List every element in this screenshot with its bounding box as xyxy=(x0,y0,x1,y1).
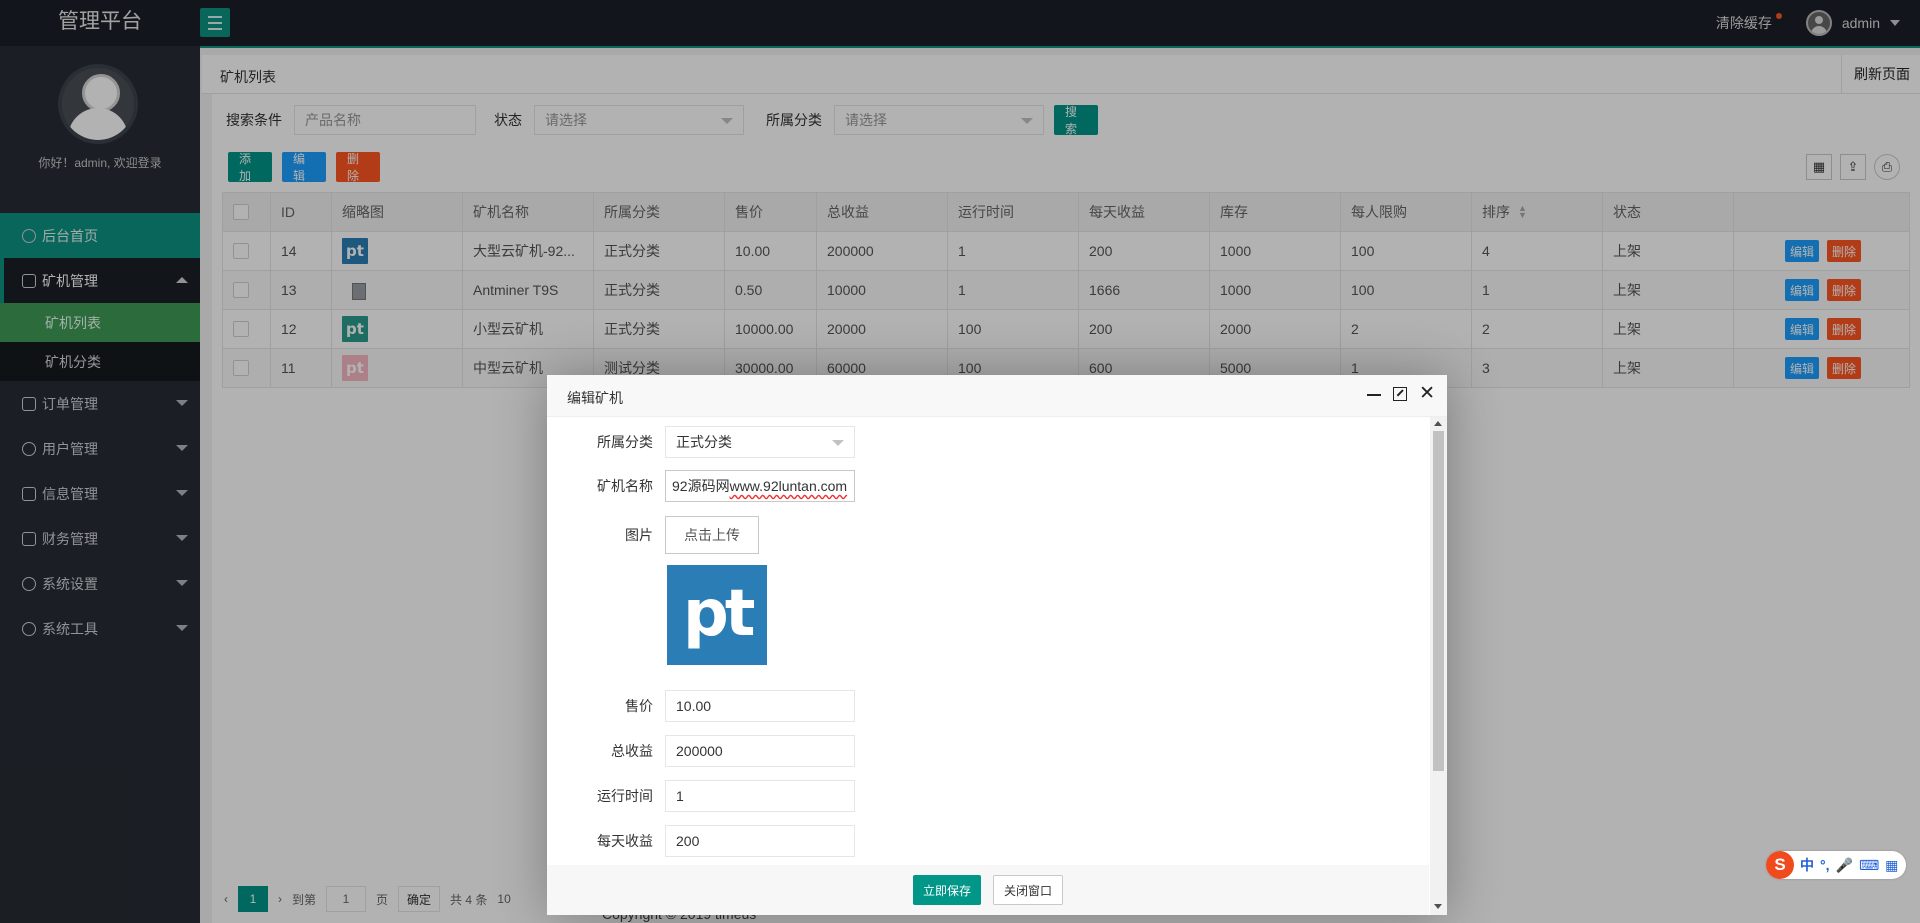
edit-miner-dialog: 编辑矿机 ✕ 所属分类 正式分类 矿机名称 92源码网 www.92luntan.… xyxy=(547,375,1447,915)
form-row-category: 所属分类 正式分类 xyxy=(547,426,855,458)
upload-button[interactable]: 点击上传 xyxy=(665,516,759,554)
form-row-daily-income: 每天收益 200 xyxy=(547,825,855,857)
form-row-runtime: 运行时间 1 xyxy=(547,780,855,812)
daily-income-field-label: 每天收益 xyxy=(597,833,653,849)
total-income-input[interactable]: 200000 xyxy=(665,735,855,767)
image-field-wrap: 点击上传 xyxy=(665,516,759,554)
daily-income-input[interactable]: 200 xyxy=(665,825,855,857)
ime-toolbar[interactable]: S 中 °, 🎤 ⌨ ▦ xyxy=(1766,851,1907,879)
keyboard-icon[interactable]: ⌨ xyxy=(1859,857,1879,874)
grid-icon[interactable]: ▦ xyxy=(1885,857,1898,874)
total-income-field-label: 总收益 xyxy=(611,743,653,759)
category-field-label: 所属分类 xyxy=(597,434,653,450)
price-input[interactable]: 10.00 xyxy=(665,690,855,722)
dialog-controls: ✕ xyxy=(1367,384,1435,403)
microphone-icon[interactable]: 🎤 xyxy=(1836,857,1853,874)
dropdown-arrow-icon xyxy=(832,440,844,446)
minimize-icon[interactable] xyxy=(1367,394,1382,396)
category-select[interactable]: 正式分类 xyxy=(665,426,855,458)
dialog-footer: 立即保存 关闭窗口 xyxy=(547,865,1429,915)
runtime-field-wrap: 1 xyxy=(665,780,855,812)
category-field-wrap: 正式分类 xyxy=(665,426,855,458)
category-selected-value: 正式分类 xyxy=(676,434,732,450)
runtime-field-label: 运行时间 xyxy=(597,788,653,804)
price-field-wrap: 10.00 xyxy=(665,690,855,722)
close-icon[interactable]: ✕ xyxy=(1419,384,1435,403)
scroll-up-icon[interactable] xyxy=(1434,421,1442,426)
image-field-label: 图片 xyxy=(625,527,653,543)
close-window-button[interactable]: 关闭窗口 xyxy=(993,875,1064,905)
ime-punctuation-icon[interactable]: °, xyxy=(1820,857,1830,873)
name-field-label: 矿机名称 xyxy=(597,478,653,494)
dialog-title: 编辑矿机 xyxy=(567,390,623,406)
scroll-thumb[interactable] xyxy=(1433,431,1444,771)
price-field-label: 售价 xyxy=(625,698,653,714)
miner-name-value-url: www.92luntan.com xyxy=(729,478,848,494)
form-row-name: 矿机名称 92源码网 www.92luntan.com xyxy=(547,470,855,502)
save-button[interactable]: 立即保存 xyxy=(912,875,981,905)
daily-income-field-wrap: 200 xyxy=(665,825,855,857)
ime-logo-icon[interactable]: S xyxy=(1766,851,1794,879)
form-row-image: 图片 点击上传 xyxy=(547,516,759,554)
scroll-down-icon[interactable] xyxy=(1434,904,1442,909)
dialog-body: 所属分类 正式分类 矿机名称 92源码网 www.92luntan.com 图片 … xyxy=(547,417,1429,865)
miner-image-preview: pt xyxy=(667,565,767,665)
miner-name-value-prefix: 92源码网 xyxy=(672,478,730,494)
total-income-field-wrap: 200000 xyxy=(665,735,855,767)
form-row-price: 售价 10.00 xyxy=(547,690,855,722)
dialog-scrollbar[interactable] xyxy=(1430,417,1447,915)
name-field-wrap: 92源码网 www.92luntan.com xyxy=(665,470,855,502)
form-row-total-income: 总收益 200000 xyxy=(547,735,855,767)
ime-language-toggle[interactable]: 中 xyxy=(1800,855,1814,875)
maximize-icon[interactable] xyxy=(1393,387,1408,401)
miner-name-input[interactable]: 92源码网 www.92luntan.com xyxy=(665,470,855,502)
dialog-header: 编辑矿机 ✕ xyxy=(547,375,1447,417)
runtime-input[interactable]: 1 xyxy=(665,780,855,812)
